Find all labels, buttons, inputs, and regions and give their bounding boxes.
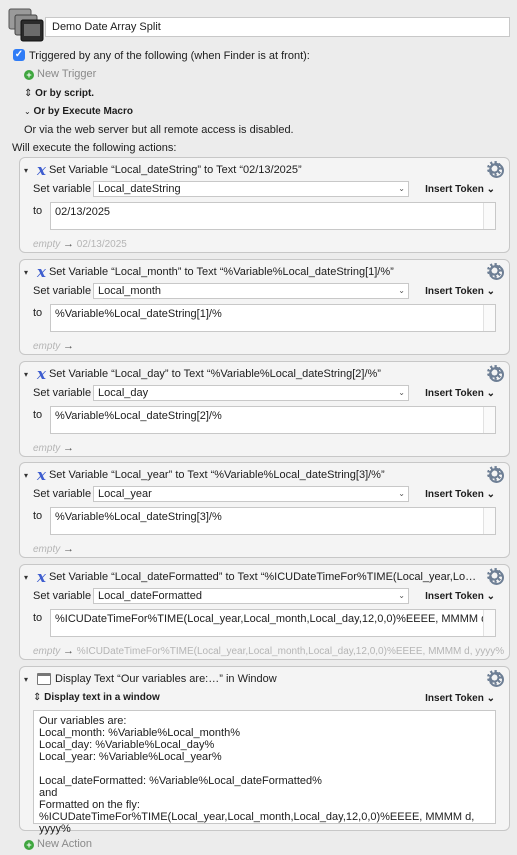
result-preview: empty → %ICUDateTimeFor%TIME(Local_year,…: [33, 645, 505, 657]
macro-icon: [8, 8, 44, 42]
will-execute-label: Will execute the following actions:: [12, 142, 177, 154]
or-by-script-disclosure[interactable]: ⇕ Or by script.: [24, 87, 94, 101]
action-set-variable-4[interactable]: ▾ x Set Variable “Local_year” to Text “%Va…: [19, 462, 510, 558]
text-value-field[interactable]: 02/13/2025: [50, 202, 496, 230]
macro-name-field[interactable]: Demo Date Array Split: [45, 17, 510, 37]
action-title: Set Variable “Local_month” to Text “%Var…: [48, 266, 394, 278]
insert-token-button[interactable]: Insert Token ⌄: [425, 489, 495, 500]
chevron-down-icon[interactable]: ▾: [24, 573, 34, 582]
updown-chevron-icon: ⇕: [24, 88, 33, 99]
or-by-execute-disclosure[interactable]: ⌄ Or by Execute Macro: [24, 105, 133, 119]
variable-name-field[interactable]: Local_year ⌄: [93, 486, 409, 502]
display-mode-popup[interactable]: ⇕ Display text in a window: [33, 692, 160, 703]
scrollbar[interactable]: [483, 203, 495, 229]
gear-icon[interactable]: [487, 365, 504, 382]
text-value-field[interactable]: %Variable%Local_dateString[2]/%: [50, 406, 496, 434]
gear-icon[interactable]: [487, 263, 504, 280]
insert-token-button[interactable]: Insert Token ⌄: [425, 693, 495, 704]
chevron-down-icon[interactable]: ▾: [24, 268, 34, 277]
result-preview: empty →: [33, 543, 75, 555]
to-label: to: [33, 409, 43, 421]
scrollbar[interactable]: [483, 610, 495, 636]
variable-x-icon: x: [37, 161, 46, 179]
text-value-field[interactable]: %ICUDateTimeFor%TIME(Local_year,Local_mo…: [50, 609, 496, 637]
action-set-variable-1[interactable]: ▾ x Set Variable “Local_dateString” to Tex…: [19, 157, 510, 253]
action-set-variable-3[interactable]: ▾ x Set Variable “Local_day” to Text “%Var…: [19, 361, 510, 457]
dropdown-icon: ⌄: [398, 286, 405, 295]
variable-x-icon: x: [37, 263, 46, 281]
action-title: Set Variable “Local_year” to Text “%Vari…: [48, 469, 385, 481]
insert-token-button[interactable]: Insert Token ⌄: [425, 388, 495, 399]
to-label: to: [33, 510, 43, 522]
set-variable-label: Set variable: [33, 183, 92, 195]
chevron-down-icon[interactable]: ▾: [24, 166, 34, 175]
chevron-down-icon[interactable]: ▾: [24, 370, 34, 379]
insert-token-button[interactable]: Insert Token ⌄: [425, 286, 495, 297]
window-icon: [37, 673, 51, 685]
add-icon: +: [24, 840, 34, 850]
result-preview: empty →: [33, 340, 75, 352]
set-variable-label: Set variable: [33, 387, 92, 399]
result-preview: empty → 02/13/2025: [33, 238, 127, 250]
scrollbar[interactable]: [483, 305, 495, 331]
text-value-field[interactable]: %Variable%Local_dateString[1]/%: [50, 304, 496, 332]
display-text-field[interactable]: Our variables are: Local_month: %Variabl…: [33, 710, 496, 835]
insert-token-button[interactable]: Insert Token ⌄: [425, 184, 495, 195]
new-trigger-button[interactable]: + New Trigger: [24, 67, 96, 81]
action-set-variable-2[interactable]: ▾ x Set Variable “Local_month” to Text “%V…: [19, 259, 510, 355]
action-display-text[interactable]: ▾ Display Text “Our variables are:…” in W…: [19, 666, 510, 835]
result-preview: empty →: [33, 442, 75, 454]
action-title: Set Variable “Local_dateString” to Text …: [48, 164, 302, 176]
chevron-down-icon[interactable]: ▾: [24, 675, 34, 684]
dropdown-icon: ⌄: [398, 489, 405, 498]
variable-x-icon: x: [37, 365, 46, 383]
to-label: to: [33, 307, 43, 319]
chevron-down-icon: ⌄: [24, 107, 31, 116]
chevron-down-icon[interactable]: ▾: [24, 471, 34, 480]
gear-icon[interactable]: [487, 161, 504, 178]
insert-token-button[interactable]: Insert Token ⌄: [425, 591, 495, 602]
dropdown-icon: ⌄: [398, 184, 405, 193]
add-icon: +: [24, 70, 34, 80]
dropdown-icon: ⌄: [398, 388, 405, 397]
text-value-field[interactable]: %Variable%Local_dateString[3]/%: [50, 507, 496, 535]
action-set-variable-5[interactable]: ▾ x Set Variable “Local_dateFormatted” to …: [19, 564, 510, 660]
scrollbar[interactable]: [483, 407, 495, 433]
action-title: Display Text “Our variables are:…” in Wi…: [55, 673, 277, 685]
web-server-note: Or via the web server but all remote acc…: [24, 124, 294, 136]
variable-name-field[interactable]: Local_month ⌄: [93, 283, 409, 299]
trigger-checkbox[interactable]: ✓: [13, 49, 25, 61]
new-action-button[interactable]: + New Action: [24, 837, 92, 851]
action-title: Set Variable “Local_day” to Text “%Varia…: [48, 368, 381, 380]
set-variable-label: Set variable: [33, 285, 92, 297]
variable-name-field[interactable]: Local_dateFormatted ⌄: [93, 588, 409, 604]
to-label: to: [33, 205, 43, 217]
gear-icon[interactable]: [487, 466, 504, 483]
variable-name-field[interactable]: Local_day ⌄: [93, 385, 409, 401]
action-title: Set Variable “Local_dateFormatted” to Te…: [48, 571, 479, 583]
trigger-header: Triggered by any of the following (when …: [29, 50, 310, 62]
updown-chevron-icon: ⇕: [33, 692, 42, 703]
set-variable-label: Set variable: [33, 488, 92, 500]
to-label: to: [33, 612, 43, 624]
set-variable-label: Set variable: [33, 590, 92, 602]
variable-x-icon: x: [37, 466, 46, 484]
gear-icon[interactable]: [487, 568, 504, 585]
variable-name-field[interactable]: Local_dateString ⌄: [93, 181, 409, 197]
variable-x-icon: x: [37, 568, 46, 586]
dropdown-icon: ⌄: [398, 591, 405, 600]
scrollbar[interactable]: [483, 508, 495, 534]
gear-icon[interactable]: [487, 670, 504, 687]
